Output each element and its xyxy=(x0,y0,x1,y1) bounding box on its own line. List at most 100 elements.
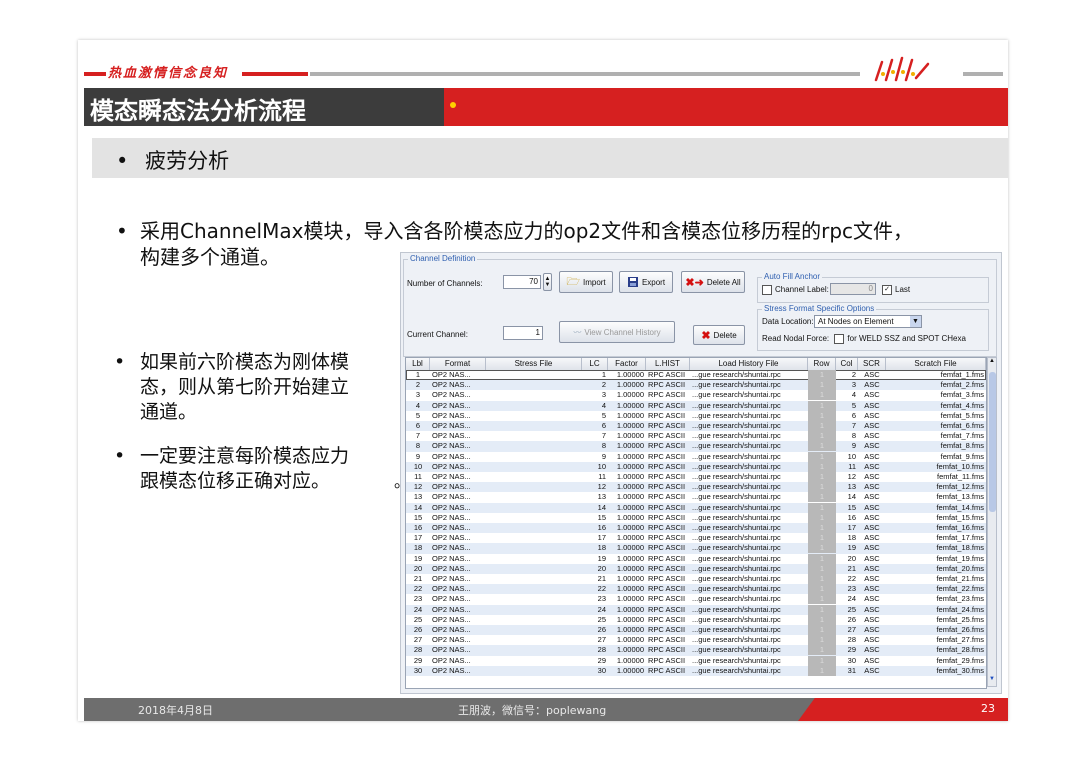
cell-lhist[interactable]: RPC ASCII xyxy=(646,584,690,594)
table-row[interactable]: 2 OP2 NAS... 2 1.00000 RPC ASCII ...gue resea… xyxy=(406,380,986,391)
cell-lhist[interactable]: RPC ASCII xyxy=(646,615,690,625)
cell-file[interactable]: ...gue research/shuntai.rpc xyxy=(690,656,808,666)
cell-lhist[interactable]: RPC ASCII xyxy=(646,421,690,431)
cell-scr[interactable]: ASC xyxy=(858,625,886,635)
cell-factor[interactable]: 1.00000 xyxy=(608,554,646,564)
cell-row[interactable]: 1 xyxy=(808,604,836,615)
cell-row[interactable]: 1 xyxy=(808,421,836,431)
cell-file[interactable]: ...gue research/shuntai.rpc xyxy=(690,635,808,645)
cell-file[interactable]: ...gue research/shuntai.rpc xyxy=(690,411,808,421)
cell-factor[interactable]: 1.00000 xyxy=(608,635,646,645)
cell-row[interactable]: 1 xyxy=(808,390,836,401)
cell-lbl[interactable]: 5 xyxy=(406,411,430,421)
cell-row[interactable]: 1 xyxy=(808,523,836,533)
cell-stress-file[interactable] xyxy=(486,452,582,462)
checkbox-icon[interactable] xyxy=(762,285,772,295)
cell-lc[interactable]: 9 xyxy=(582,452,608,462)
cell-lhist[interactable]: RPC ASCII xyxy=(646,574,690,584)
cell-lbl[interactable]: 9 xyxy=(406,452,430,462)
cell-lc[interactable]: 23 xyxy=(582,594,608,604)
cell-lhist[interactable]: RPC ASCII xyxy=(646,482,690,492)
cell-lbl[interactable]: 22 xyxy=(406,584,430,594)
cell-lhist[interactable]: RPC ASCII xyxy=(646,523,690,533)
table-row[interactable]: 3 OP2 NAS... 3 1.00000 RPC ASCII ...gue resea… xyxy=(406,390,986,401)
cell-file[interactable]: ...gue research/shuntai.rpc xyxy=(690,482,808,492)
cell-file[interactable]: ...gue research/shuntai.rpc xyxy=(690,492,808,502)
cell-format[interactable]: OP2 NAS... xyxy=(430,380,486,390)
cell-lhist[interactable]: RPC ASCII xyxy=(646,605,690,615)
cell-lbl[interactable]: 24 xyxy=(406,605,430,615)
cell-stress-file[interactable] xyxy=(486,462,582,472)
cell-format[interactable]: OP2 NAS... xyxy=(430,625,486,635)
cell-scratch[interactable]: femfat_17.fms xyxy=(886,533,986,543)
cell-lc[interactable]: 3 xyxy=(582,390,608,400)
cell-col[interactable]: 24 xyxy=(836,594,858,604)
cell-factor[interactable]: 1.00000 xyxy=(608,421,646,431)
cell-col[interactable]: 10 xyxy=(836,452,858,462)
cell-lhist[interactable]: RPC ASCII xyxy=(646,492,690,502)
cell-col[interactable]: 9 xyxy=(836,441,858,451)
cell-scratch[interactable]: femfat_21.fms xyxy=(886,574,986,584)
cell-lhist[interactable]: RPC ASCII xyxy=(646,380,690,390)
cell-col[interactable]: 30 xyxy=(836,656,858,666)
cell-file[interactable]: ...gue research/shuntai.rpc xyxy=(690,564,808,574)
cell-file[interactable]: ...gue research/shuntai.rpc xyxy=(690,523,808,533)
cell-lc[interactable]: 21 xyxy=(582,574,608,584)
cell-scratch[interactable]: femfat_16.fms xyxy=(886,523,986,533)
cell-file[interactable]: ...gue research/shuntai.rpc xyxy=(690,554,808,564)
cell-file[interactable]: ...gue research/shuntai.rpc xyxy=(690,431,808,441)
cell-row[interactable]: 1 xyxy=(808,472,836,482)
cell-factor[interactable]: 1.00000 xyxy=(608,401,646,411)
cell-format[interactable]: OP2 NAS... xyxy=(430,482,486,492)
cell-stress-file[interactable] xyxy=(486,554,582,564)
export-button[interactable]: Export xyxy=(619,271,673,293)
table-row[interactable]: 7 OP2 NAS... 7 1.00000 RPC ASCII ...gue resea… xyxy=(406,431,986,442)
cell-file[interactable]: ...gue research/shuntai.rpc xyxy=(690,615,808,625)
cell-scratch[interactable]: femfat_9.fms xyxy=(886,452,986,462)
cell-col[interactable]: 20 xyxy=(836,554,858,564)
cell-stress-file[interactable] xyxy=(486,543,582,553)
cell-stress-file[interactable] xyxy=(486,390,582,400)
cell-lbl[interactable]: 6 xyxy=(406,421,430,431)
cell-stress-file[interactable] xyxy=(486,431,582,441)
cell-factor[interactable]: 1.00000 xyxy=(608,656,646,666)
cell-row[interactable]: 1 xyxy=(808,441,836,452)
cell-lhist[interactable]: RPC ASCII xyxy=(646,656,690,666)
column-header-l-hist[interactable]: L.HIST xyxy=(646,358,690,370)
column-header-lbl[interactable]: Lbl xyxy=(406,358,430,370)
cell-lc[interactable]: 16 xyxy=(582,523,608,533)
cell-lhist[interactable]: RPC ASCII xyxy=(646,452,690,462)
cell-scr[interactable]: ASC xyxy=(858,656,886,666)
table-row[interactable]: 18 OP2 NAS... 18 1.00000 RPC ASCII ...gue res… xyxy=(406,543,986,554)
cell-stress-file[interactable] xyxy=(486,574,582,584)
cell-lbl[interactable]: 26 xyxy=(406,625,430,635)
cell-format[interactable]: OP2 NAS... xyxy=(430,492,486,502)
cell-factor[interactable]: 1.00000 xyxy=(608,411,646,421)
table-row[interactable]: 10 OP2 NAS... 10 1.00000 RPC ASCII ...gue res… xyxy=(406,461,986,472)
cell-stress-file[interactable] xyxy=(486,411,582,421)
cell-format[interactable]: OP2 NAS... xyxy=(430,645,486,655)
cell-scratch[interactable]: femfat_11.fms xyxy=(886,472,986,482)
cell-scratch[interactable]: femfat_12.fms xyxy=(886,482,986,492)
cell-stress-file[interactable] xyxy=(486,594,582,604)
scroll-thumb[interactable] xyxy=(989,372,996,512)
cell-lc[interactable]: 29 xyxy=(582,656,608,666)
scroll-down-icon[interactable]: ▼ xyxy=(988,676,996,686)
last-checkbox[interactable]: ✓ Last xyxy=(882,285,910,295)
cell-scr[interactable]: ASC xyxy=(858,401,886,411)
cell-col[interactable]: 27 xyxy=(836,625,858,635)
cell-file[interactable]: ...gue research/shuntai.rpc xyxy=(690,543,808,553)
column-header-scr[interactable]: SCR xyxy=(858,358,886,370)
cell-lbl[interactable]: 14 xyxy=(406,503,430,513)
table-row[interactable]: 8 OP2 NAS... 8 1.00000 RPC ASCII ...gue resea… xyxy=(406,441,986,452)
cell-file[interactable]: ...gue research/shuntai.rpc xyxy=(690,380,808,390)
cell-format[interactable]: OP2 NAS... xyxy=(430,390,486,400)
cell-stress-file[interactable] xyxy=(486,645,582,655)
cell-row[interactable]: 1 xyxy=(808,665,836,676)
cell-row[interactable]: 1 xyxy=(808,635,836,646)
cell-factor[interactable]: 1.00000 xyxy=(608,605,646,615)
table-row[interactable]: 16 OP2 NAS... 16 1.00000 RPC ASCII ...gue res… xyxy=(406,523,986,534)
cell-col[interactable]: 5 xyxy=(836,401,858,411)
cell-scr[interactable]: ASC xyxy=(858,462,886,472)
cell-format[interactable]: OP2 NAS... xyxy=(430,452,486,462)
